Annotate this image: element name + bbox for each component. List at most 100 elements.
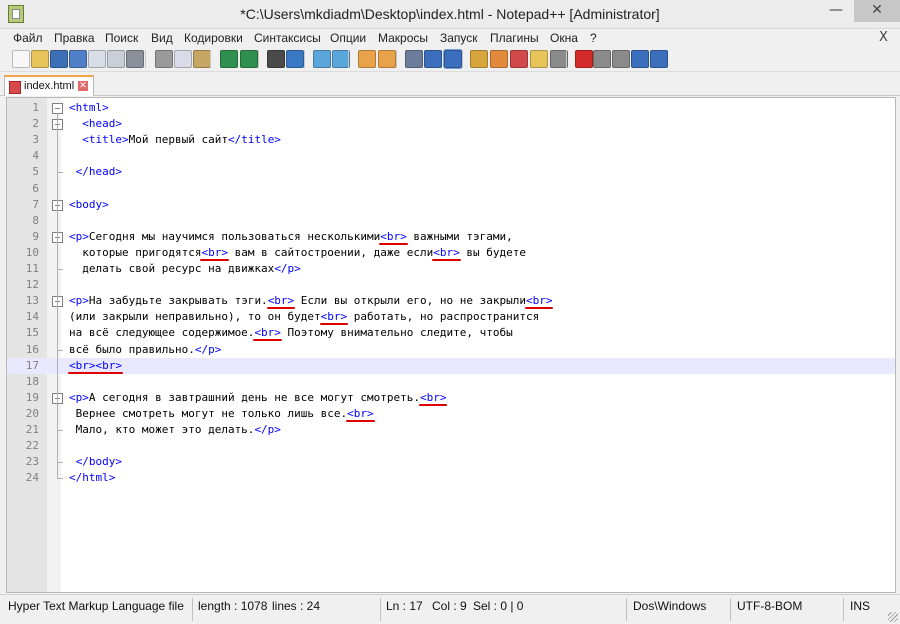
run-macro-multiple-icon[interactable] (631, 50, 649, 68)
status-divider (380, 598, 381, 621)
code-text: делать свой ресурс на движках</p> (69, 262, 301, 275)
code-line[interactable]: 11 делать свой ресурс на движках</p> (7, 261, 895, 277)
close-file-icon[interactable] (88, 50, 106, 68)
redo-icon[interactable] (240, 50, 258, 68)
html-tag: <br> (267, 294, 295, 308)
code-line[interactable]: 3 <title>Мой первый сайт</title> (7, 132, 895, 148)
replace-icon[interactable] (286, 50, 304, 68)
new-file-icon[interactable] (12, 50, 30, 68)
sync-horizontal-icon[interactable] (378, 50, 396, 68)
code-line[interactable]: 8 (7, 213, 895, 229)
code-line[interactable]: 17 <br><br> (7, 357, 895, 374)
cut-icon[interactable] (155, 50, 173, 68)
resize-grip[interactable] (888, 612, 898, 622)
line-number: 22 (25, 439, 39, 453)
word-wrap-icon[interactable] (405, 50, 423, 68)
menu-encoding[interactable]: Кодировки (184, 31, 243, 45)
code-line[interactable]: 18 (7, 374, 895, 390)
code-line[interactable]: 2 <head> (7, 116, 895, 132)
code-text: <p>На забудьте закрывать тэги.<br> Если … (69, 294, 552, 307)
fold-end-marker (57, 172, 63, 174)
function-list-icon[interactable] (510, 50, 528, 68)
menu-macro[interactable]: Макросы (378, 31, 428, 45)
plain-text: На забудьте закрывать тэги. (88, 294, 268, 308)
close-all-icon[interactable] (107, 50, 125, 68)
save-icon[interactable] (50, 50, 68, 68)
code-line[interactable]: 23 </body> (7, 454, 895, 470)
line-number: 21 (25, 423, 39, 436)
sync-vertical-icon[interactable] (358, 50, 376, 68)
show-all-chars-icon[interactable] (424, 50, 442, 68)
code-line[interactable]: 15 на всё следующее содержимое.<br> Поэто… (7, 325, 895, 342)
zoom-in-icon[interactable] (313, 50, 331, 68)
html-tag: <p> (69, 294, 89, 308)
udl-icon[interactable] (470, 50, 488, 68)
fold-end-marker (57, 349, 63, 351)
code-editor[interactable]: 1 <html> 2 <head> 3 <title>Мой первый сайт<… (6, 97, 896, 593)
minimize-button[interactable]: — (822, 0, 850, 22)
menu-search[interactable]: Поиск (105, 31, 138, 45)
html-tag: <br> (525, 294, 553, 308)
code-line[interactable]: 7 <body> (7, 197, 895, 213)
tab-label: index.html (24, 80, 75, 92)
menu-edit[interactable]: Правка (54, 31, 95, 45)
tab-close-button[interactable]: ✕ (78, 81, 88, 91)
menu-window[interactable]: Окна (550, 31, 578, 45)
save-macro-icon[interactable] (650, 50, 668, 68)
code-line[interactable]: 20 Вернее смотреть могут не только лишь … (7, 406, 895, 422)
menu-language[interactable]: Синтаксисы (254, 31, 321, 45)
menu-run[interactable]: Запуск (440, 31, 478, 45)
tab-bar: index.html ✕ (0, 73, 900, 96)
status-language: Hyper Text Markup Language file (8, 599, 184, 613)
tab-index-html[interactable]: index.html ✕ (4, 75, 94, 96)
menu-plugins[interactable]: Плагины (490, 31, 539, 45)
title-bar: *C:\Users\mkdiadm\Desktop\index.html - N… (0, 0, 900, 29)
doc-map-icon[interactable] (490, 50, 508, 68)
code-text: </head> (69, 165, 122, 178)
close-document-button[interactable]: X (879, 30, 888, 45)
status-encoding: UTF-8-BOM (737, 599, 803, 613)
paste-icon[interactable] (193, 50, 211, 68)
record-macro-icon[interactable] (575, 50, 593, 68)
open-file-icon[interactable] (31, 50, 49, 68)
line-number: 11 (25, 262, 39, 275)
line-number: 7 (32, 197, 39, 211)
save-all-icon[interactable] (69, 50, 87, 68)
menu-settings[interactable]: Опции (330, 31, 366, 45)
code-line[interactable]: 14 (или закрыли неправильно), то он будет… (7, 309, 895, 326)
fold-end-marker (57, 430, 63, 431)
code-line[interactable]: 10 которые пригодятся<br> вам в сайтостр… (7, 245, 895, 261)
code-line[interactable]: 12 (7, 277, 895, 293)
status-eol: Dos\Windows (633, 599, 707, 613)
code-line[interactable]: 16 всё было правильно.</p> (7, 342, 895, 358)
code-line[interactable]: 6 (7, 181, 895, 197)
undo-icon[interactable] (220, 50, 238, 68)
playback-icon[interactable] (612, 50, 630, 68)
code-line[interactable]: 24 </html> (7, 470, 895, 486)
code-line[interactable]: 9 <p>Сегодня мы научимся пользоваться нес… (7, 229, 895, 245)
stop-record-icon[interactable] (593, 50, 611, 68)
find-icon[interactable] (267, 50, 285, 68)
line-number: 14 (25, 310, 39, 324)
code-line[interactable]: 19 <p>А сегодня в завтрашний день не все … (7, 390, 895, 406)
html-tag: <p> (69, 229, 89, 243)
copy-icon[interactable] (174, 50, 192, 68)
folder-workspace-icon[interactable] (530, 50, 548, 68)
status-insert-mode: INS (850, 599, 871, 613)
menu-file[interactable]: Файл (13, 31, 43, 45)
close-window-button[interactable]: ✕ (854, 0, 900, 22)
toolbar-separator (258, 50, 259, 68)
toolbar-separator (210, 50, 211, 68)
code-line[interactable]: 21 Мало, кто может это делать.</p> (7, 422, 895, 438)
indent-guide-icon[interactable] (443, 49, 463, 69)
status-selection: Sel : 0 | 0 (473, 599, 524, 613)
code-line[interactable]: 5 </head> (7, 164, 895, 180)
menu-help[interactable]: ? (590, 31, 597, 45)
print-icon[interactable] (126, 50, 144, 68)
code-line[interactable]: 13 <p>На забудьте закрывать тэги.<br> Есл… (7, 293, 895, 310)
toolbar-separator (348, 50, 349, 68)
code-line[interactable]: 22 (7, 438, 895, 454)
menu-view[interactable]: Вид (151, 31, 173, 45)
code-line[interactable]: 4 (7, 148, 895, 164)
code-line[interactable]: 1 <html> (7, 100, 895, 116)
